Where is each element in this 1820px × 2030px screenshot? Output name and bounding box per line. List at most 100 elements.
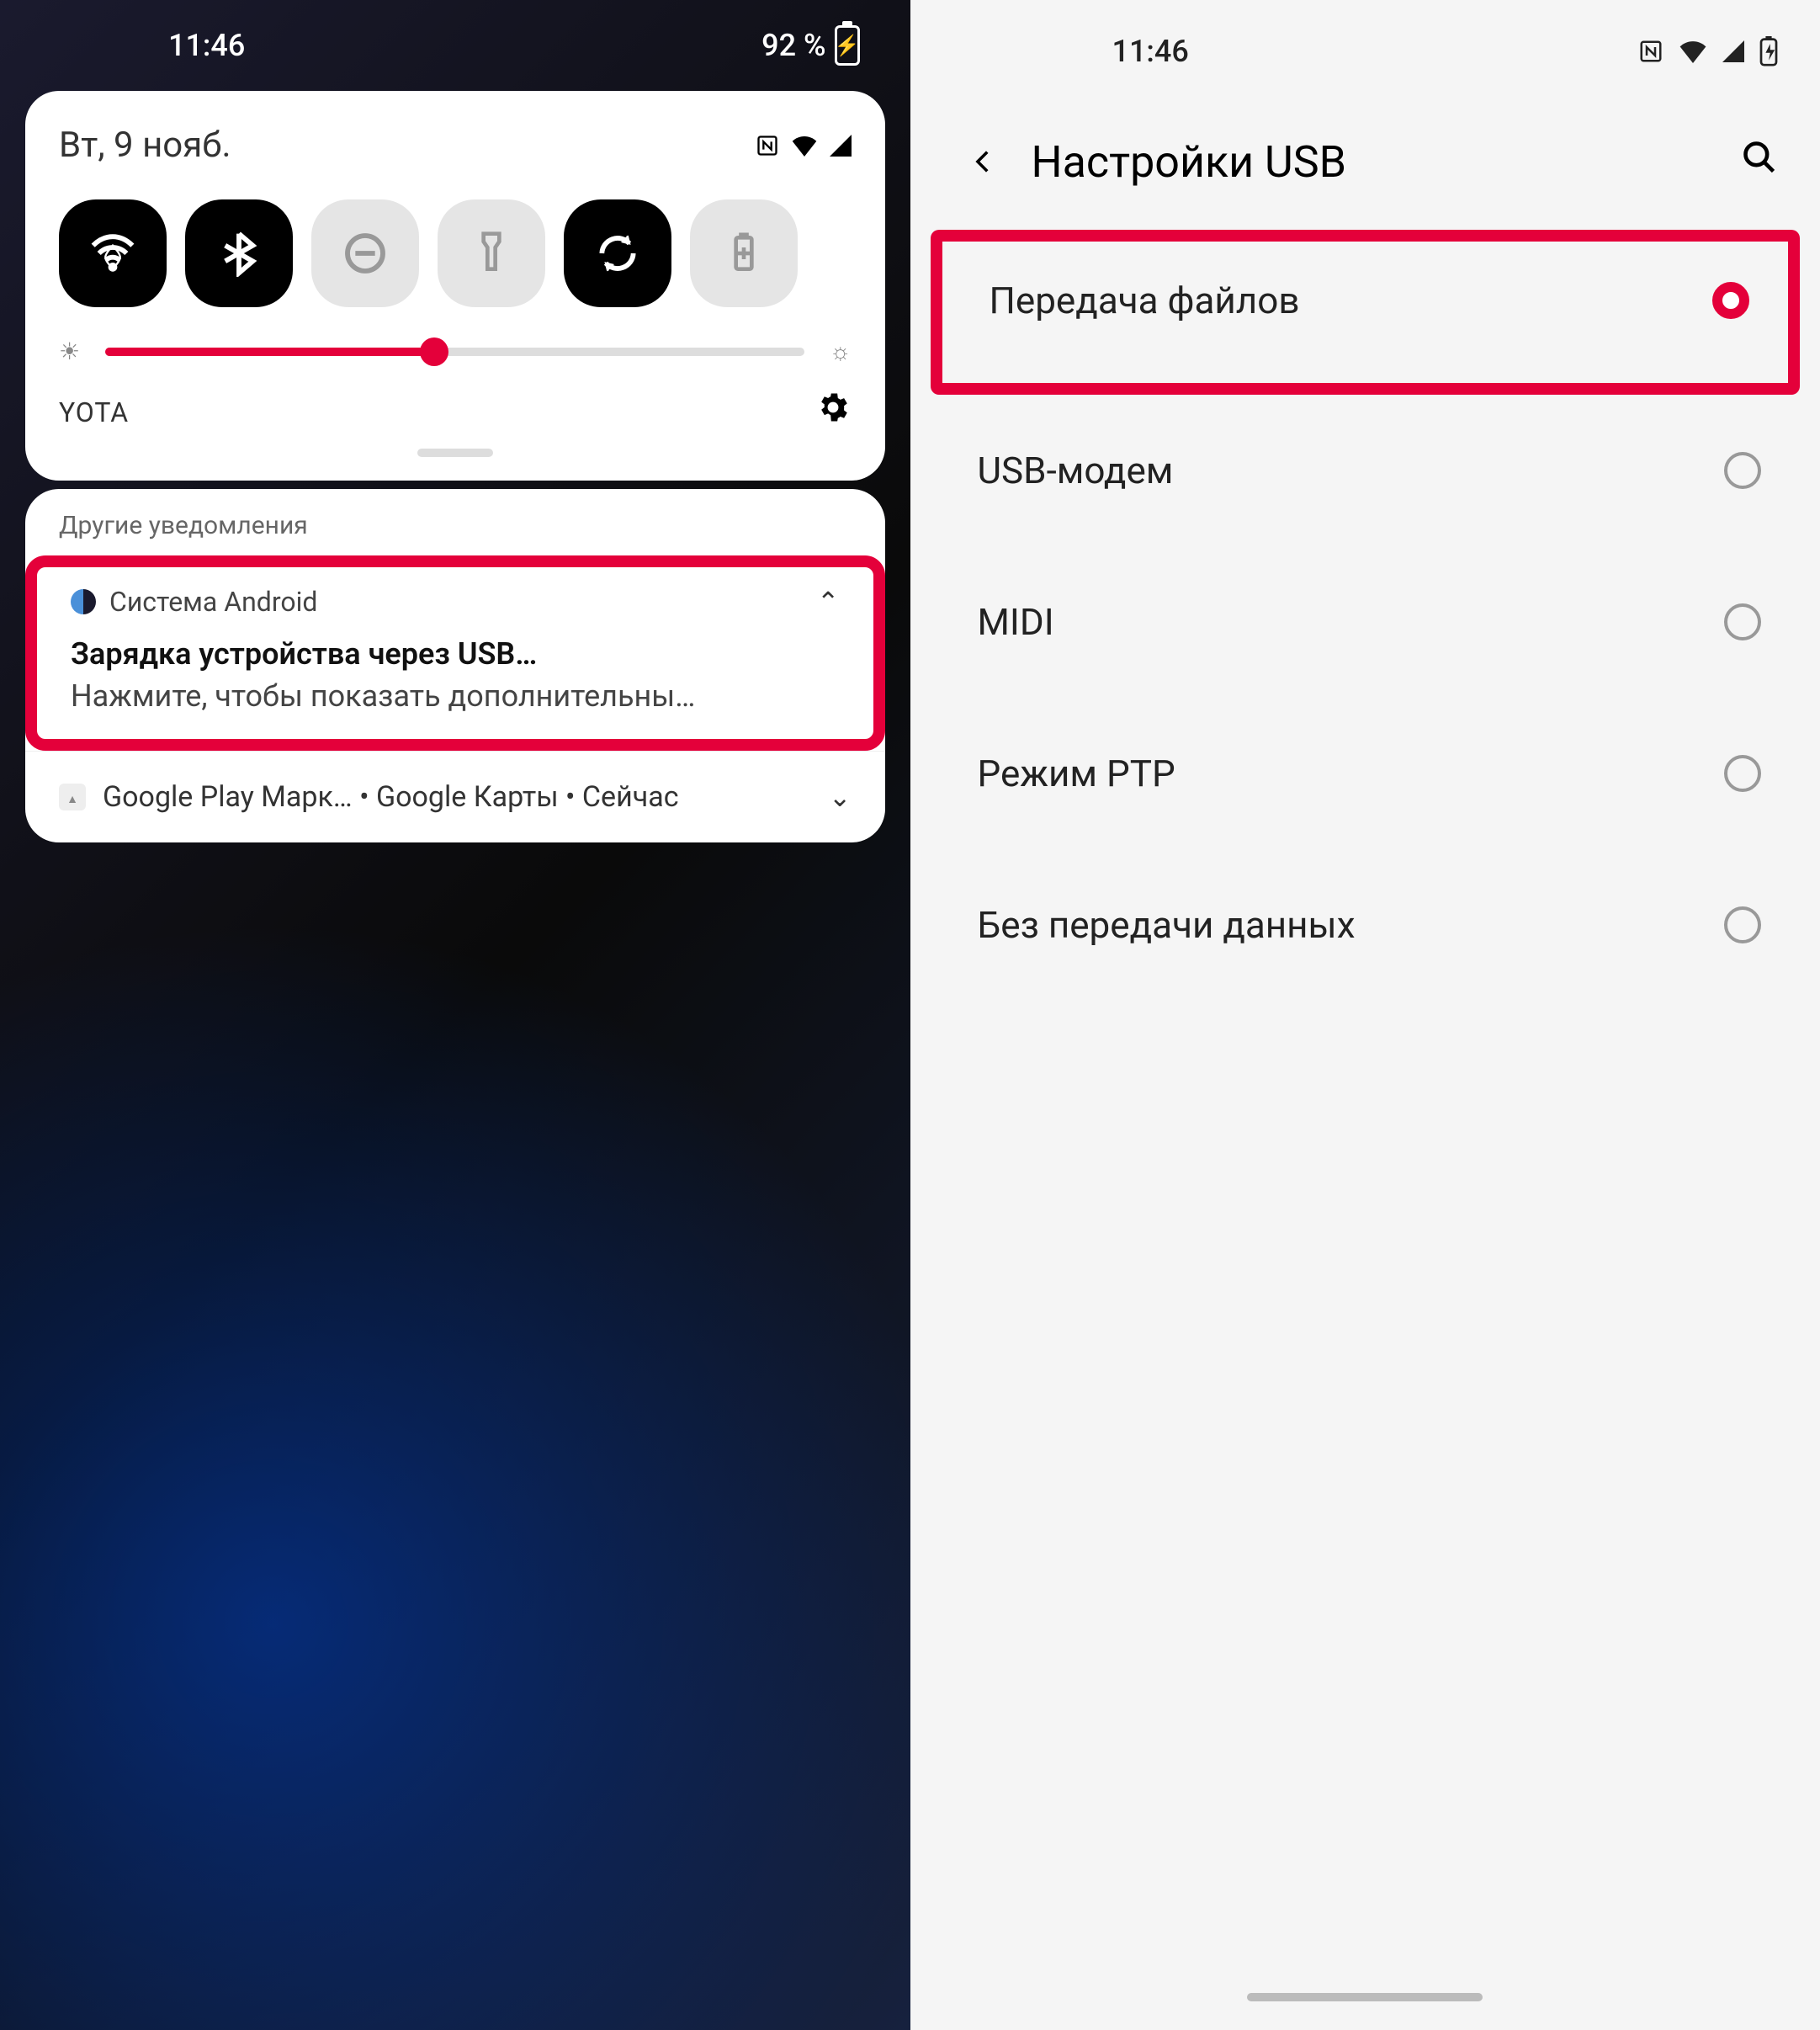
app-label: Фото [769, 1438, 829, 1468]
brightness-slider[interactable]: ☀ ☼ [59, 337, 852, 365]
app-label: OnePlus [752, 1195, 846, 1225]
option-label: MIDI [978, 600, 1054, 644]
battery-charging-icon: ⚡ [835, 25, 860, 66]
app-label: 2ГИС [596, 1195, 658, 1225]
usb-option-0[interactable]: Передача файлов [931, 230, 1801, 395]
app-photo[interactable]: ✿ Фото [723, 1326, 874, 1468]
app-yota[interactable]: Ӿ Yota [35, 1326, 187, 1468]
2gis-icon: ◉ [576, 1082, 677, 1183]
qs-tile-battery-saver[interactable] [690, 199, 798, 307]
customize-button[interactable]: Настроить [50, 1103, 228, 1144]
expand-caret-icon[interactable]: ⌄ [829, 781, 852, 813]
battery-percent: 92 % [761, 28, 825, 63]
back-button[interactable] [969, 138, 998, 186]
app-oneplus[interactable]: ⋮⋮ OnePlus [723, 1082, 874, 1225]
starline-icon: 🔒 [61, 1082, 162, 1183]
app-rostele[interactable]: ◗ Ростеле… [379, 1326, 531, 1468]
radio-button[interactable] [1724, 906, 1761, 943]
qs-drag-handle[interactable] [417, 449, 493, 457]
notifications-section-header: Другие уведомления [25, 489, 885, 555]
option-label: Без передачи данных [978, 903, 1356, 947]
app-roborock[interactable]: ZRoborock [551, 1326, 703, 1468]
app-whatsapp[interactable]: ✆WhatsApp [207, 1082, 358, 1225]
qs-tile-autorotate[interactable] [564, 199, 671, 307]
messages-icon: ▰ [227, 1828, 345, 1946]
carrier-label: YOTA [59, 396, 129, 428]
nav-handle[interactable] [1247, 1993, 1483, 2001]
mihome-icon: ⌂ [232, 1326, 333, 1427]
app-label: WhatsApp [225, 1195, 341, 1225]
app-2gis[interactable]: ◉ 2ГИС [551, 1082, 703, 1225]
app-yandex[interactable]: Y [379, 1828, 531, 1946]
app-label: Mi Home [232, 1438, 335, 1468]
brightness-track[interactable] [105, 348, 804, 356]
wifi-signal-icon [791, 135, 818, 157]
notification-android-system[interactable]: Система Android ⌃ Зарядка устройства чер… [25, 555, 885, 751]
settings-header: Настройки USB [910, 103, 1820, 230]
status-bar: 11:46 92 % ⚡ [0, 0, 910, 91]
usb-option-4[interactable]: Без передачи данных [910, 849, 1820, 1001]
notification-collapsed-text: Google Play Марк… • Google Карты • Сейча… [103, 780, 812, 814]
wifi-signal-icon [1679, 40, 1707, 63]
brightness-fill [105, 348, 433, 356]
status-time: 11:46 [1112, 34, 1189, 69]
app-label: Ростеле… [399, 1438, 512, 1468]
app-weather[interactable]: ☀ [716, 1828, 868, 1946]
usb-option-1[interactable]: USB-модем [910, 395, 1820, 546]
photo-icon: ✿ [748, 1326, 849, 1427]
app-phone[interactable]: ✆ [42, 1828, 194, 1946]
brightness-thumb[interactable] [420, 337, 448, 366]
qs-tile-dnd[interactable] [311, 199, 419, 307]
status-bar: 11:46 [910, 0, 1820, 103]
android-system-icon [71, 589, 96, 614]
radio-button[interactable] [1724, 603, 1761, 640]
usb-option-2[interactable]: MIDI [910, 546, 1820, 698]
status-time: 11:46 [168, 28, 245, 63]
brightness-auto-icon: ☼ [830, 337, 852, 365]
nfc-icon [756, 134, 779, 157]
option-label: USB-модем [978, 449, 1174, 492]
app-starline[interactable]: 🔒StarLine 2 [35, 1082, 187, 1225]
radio-button[interactable] [1724, 755, 1761, 792]
app-messages[interactable]: ▰ [210, 1828, 362, 1946]
app-mihome[interactable]: ⌂ Mi Home [207, 1326, 358, 1468]
usb-option-3[interactable]: Режим PTP [910, 698, 1820, 849]
app-drawer-caret-icon[interactable]: ⌃ [0, 1501, 910, 1533]
oneplus-icon: ⋮⋮ [748, 1082, 849, 1183]
qs-tile-wifi[interactable] [59, 199, 167, 307]
app-label: Yota [86, 1438, 136, 1468]
qs-tile-flashlight[interactable] [438, 199, 545, 307]
rostele-icon: ◗ [405, 1326, 506, 1427]
qs-date[interactable]: Вт, 9 нояб. [59, 125, 231, 166]
brightness-low-icon: ☀ [59, 337, 80, 365]
settings-gear-icon[interactable] [814, 389, 852, 435]
phone-notification-shade: Настроить 🔒StarLine 2✆WhatsApp♫Spotify◉2… [0, 0, 910, 2030]
phone-icon: ✆ [59, 1828, 177, 1946]
cellular-signal-icon [1722, 40, 1744, 62]
app-label: Spotify [416, 1195, 495, 1225]
page-title: Настройки USB [1032, 136, 1708, 188]
search-button[interactable] [1741, 138, 1778, 186]
play-store-icon [59, 784, 86, 810]
radio-button[interactable] [1724, 452, 1761, 489]
usb-options-list: Передача файлов USB-модем MIDI Режим PTP Без… [910, 230, 1820, 1001]
collapse-caret-icon[interactable]: ⌃ [817, 586, 840, 618]
option-label: Режим PTP [978, 752, 1175, 795]
notification-collapsed-group[interactable]: Google Play Марк… • Google Карты • Сейча… [25, 751, 885, 842]
qs-tile-bluetooth[interactable] [185, 199, 293, 307]
camera-icon: ◎ [565, 1828, 682, 1946]
qs-status-icons [756, 134, 852, 157]
app-spotify[interactable]: ♫Spotify [379, 1082, 531, 1225]
yota-icon: Ӿ [61, 1326, 162, 1427]
notification-title: Зарядка устройства через USB… [71, 636, 840, 672]
phone-usb-settings: 11:46 Настройки USB Передача файлов USB-м… [910, 0, 1820, 2030]
radio-button[interactable] [1712, 282, 1749, 319]
yandex-icon: Y [396, 1828, 514, 1946]
weather-icon: ☀ [733, 1828, 851, 1946]
quick-settings-panel: Вт, 9 нояб. ☀ ☼ YOTA [25, 91, 885, 481]
nav-handle[interactable] [337, 2000, 573, 2008]
app-camera[interactable]: ◎ [548, 1828, 699, 1946]
nfc-icon [1638, 39, 1663, 64]
notification-body: Нажмите, чтобы показать дополнительны… [71, 678, 840, 714]
notification-app-name: Система Android [109, 586, 804, 618]
